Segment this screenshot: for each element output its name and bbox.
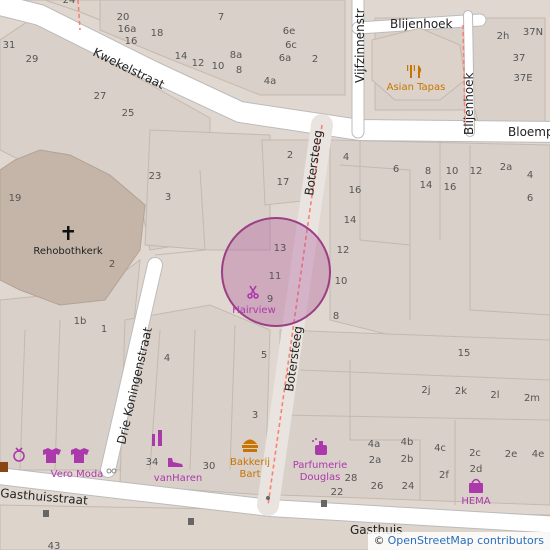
- house-number: 2d: [470, 464, 483, 475]
- street-blijenhoek-top: Blijenhoek: [390, 17, 453, 31]
- house-number: 5: [261, 350, 267, 361]
- house-number: 6: [527, 193, 533, 204]
- hema-label[interactable]: HEMA: [461, 496, 490, 507]
- house-number: 6e: [283, 26, 296, 37]
- house-number: 29: [26, 54, 39, 65]
- house-number: 6a: [279, 53, 292, 64]
- house-number: 31: [3, 40, 16, 51]
- house-number: 27: [94, 91, 107, 102]
- bakkerij-bart-label-line2[interactable]: Bart: [239, 469, 260, 480]
- house-number: 25: [122, 108, 135, 119]
- bakkerij-bart-label-line1[interactable]: Bakkerij: [230, 457, 270, 468]
- house-number: 2j: [421, 385, 430, 396]
- parfumerie-label-line2[interactable]: Douglas: [300, 472, 341, 483]
- house-number: 6: [393, 164, 399, 175]
- house-number: 20: [117, 12, 130, 23]
- vanharen-label[interactable]: vanHaren: [154, 473, 202, 484]
- house-number: 2: [312, 54, 318, 65]
- house-number: 2h: [497, 31, 510, 42]
- house-number: 16: [444, 182, 457, 193]
- house-number: 2b: [401, 454, 414, 465]
- asian-tapas-label[interactable]: Asian Tapas: [387, 82, 446, 93]
- street-bloemp: Bloemp: [508, 125, 550, 139]
- house-number: 11: [269, 271, 282, 282]
- house-number: 8: [425, 166, 431, 177]
- house-number: 37N: [523, 27, 543, 38]
- house-number: 2l: [490, 390, 499, 401]
- house-number: 7: [218, 12, 224, 23]
- house-number: 15: [458, 348, 471, 359]
- house-number: 4a: [264, 76, 277, 87]
- house-number: 4c: [434, 443, 446, 454]
- house-number: 19: [9, 193, 22, 204]
- house-number: 4e: [532, 449, 545, 460]
- house-number: 18: [151, 28, 164, 39]
- house-number: 9: [267, 294, 273, 305]
- house-number: 2a: [369, 455, 382, 466]
- house-number: 4a: [368, 439, 381, 450]
- house-number: 37: [513, 53, 526, 64]
- house-number: 23: [149, 171, 162, 182]
- house-number: 2a: [500, 162, 513, 173]
- house-number: 8: [333, 311, 339, 322]
- house-number: 1: [101, 324, 107, 335]
- house-number: 28: [345, 473, 358, 484]
- house-number: 4: [527, 170, 533, 181]
- house-number: 13: [274, 243, 287, 254]
- house-number: 37E: [513, 73, 532, 84]
- house-number: 30: [203, 461, 216, 472]
- house-number: 17: [277, 177, 290, 188]
- street-vijfzinnenstraat: Vijfzinnenstr: [353, 8, 367, 83]
- house-number: 26: [371, 481, 384, 492]
- house-number: 2f: [439, 470, 449, 481]
- rehobothkerk-label: Rehobothkerk: [33, 246, 103, 257]
- house-number: 10: [212, 61, 225, 72]
- house-number: 2: [109, 259, 115, 270]
- house-number: 14: [175, 51, 188, 62]
- house-number: 4b: [401, 437, 414, 448]
- street-blijenhoek-vertical: Blijenhoek: [462, 72, 476, 135]
- house-number: 3: [165, 192, 171, 203]
- house-number: 2e: [505, 449, 518, 460]
- house-number: 4: [164, 353, 170, 364]
- house-number: 14: [420, 180, 433, 191]
- house-number: 6c: [285, 40, 297, 51]
- house-number: 16a: [118, 24, 137, 35]
- house-number: 12: [337, 245, 350, 256]
- vero-moda-label[interactable]: Vero Moda: [51, 469, 104, 480]
- house-number: 12: [192, 58, 205, 69]
- parfumerie-label-line1[interactable]: Parfumerie: [293, 460, 348, 471]
- house-number: 24: [63, 0, 76, 6]
- copyright-symbol: ©: [373, 534, 385, 547]
- house-number: 8a: [230, 50, 243, 61]
- house-number: 10: [335, 276, 348, 287]
- house-number: 43: [48, 541, 61, 550]
- house-number: 10: [446, 166, 459, 177]
- map-canvas[interactable]: Kwekelstraat Vijfzinnenstr Blijenhoek Bl…: [0, 0, 550, 550]
- shop-icon: [0, 462, 8, 472]
- map-point: [266, 496, 270, 500]
- house-number: 2: [287, 150, 293, 161]
- house-number: 8: [236, 65, 242, 76]
- map-attribution: © OpenStreetMap contributors: [367, 532, 550, 550]
- house-number: 16: [125, 36, 138, 47]
- house-number: 16: [349, 185, 362, 196]
- house-number: 22: [331, 487, 344, 498]
- house-number: 4: [343, 152, 349, 163]
- house-number: 3: [252, 410, 258, 421]
- house-number: 24: [402, 481, 415, 492]
- house-number: 12: [470, 166, 483, 177]
- house-number: 14: [344, 215, 357, 226]
- map-view[interactable]: Kwekelstraat Vijfzinnenstr Blijenhoek Bl…: [0, 0, 550, 550]
- house-number: 2m: [524, 393, 540, 404]
- house-number: 34: [146, 457, 159, 468]
- house-number: 2c: [469, 448, 481, 459]
- osm-contributors-link[interactable]: OpenStreetMap contributors: [388, 534, 544, 547]
- house-number: 2k: [455, 386, 467, 397]
- hairview-label[interactable]: Hairview: [232, 305, 276, 316]
- house-number: 1b: [74, 316, 87, 327]
